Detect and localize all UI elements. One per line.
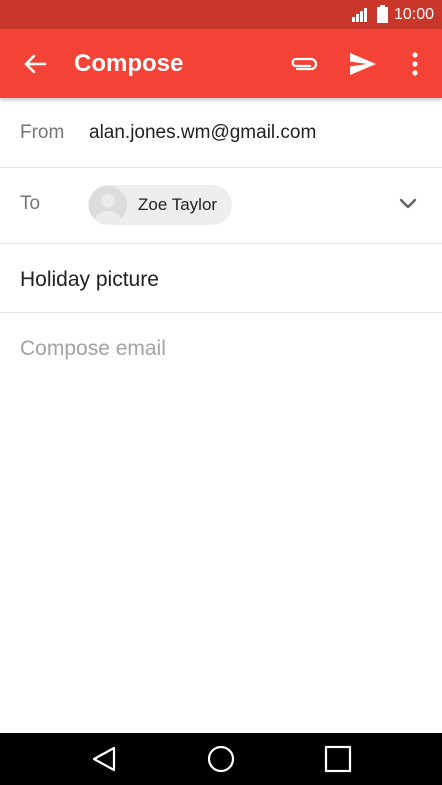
avatar — [89, 186, 127, 224]
navigation-bar — [0, 733, 442, 785]
to-row[interactable]: To Zoe Taylor — [0, 168, 442, 244]
paperclip-icon[interactable] — [288, 49, 320, 79]
from-row[interactable]: From alan.jones.wm@gmail.com — [0, 98, 442, 168]
page-title: Compose — [74, 50, 184, 77]
status-bar: 10:00 — [0, 0, 442, 29]
from-label: From — [20, 122, 65, 143]
battery-icon — [377, 5, 388, 23]
signal-icon — [352, 8, 367, 22]
person-icon — [89, 186, 127, 224]
nav-recents-icon[interactable] — [323, 744, 353, 774]
from-address[interactable]: alan.jones.wm@gmail.com — [89, 122, 316, 144]
to-label: To — [20, 193, 41, 214]
subject-row[interactable]: Holiday picture — [0, 244, 442, 313]
subject-field[interactable]: Holiday picture — [20, 268, 159, 292]
nav-home-icon[interactable] — [206, 744, 236, 774]
chevron-down-icon[interactable] — [396, 192, 420, 216]
back-arrow-icon[interactable] — [20, 49, 50, 79]
nav-back-icon[interactable] — [89, 744, 119, 774]
app-bar: Compose — [0, 29, 442, 98]
send-icon[interactable] — [347, 49, 379, 79]
more-vert-icon[interactable] — [405, 49, 425, 79]
recipient-name: Zoe Taylor — [138, 195, 218, 214]
recipient-chip[interactable]: Zoe Taylor — [88, 185, 232, 225]
status-time: 10:00 — [393, 6, 434, 23]
compose-body-field[interactable]: Compose email — [20, 337, 166, 361]
